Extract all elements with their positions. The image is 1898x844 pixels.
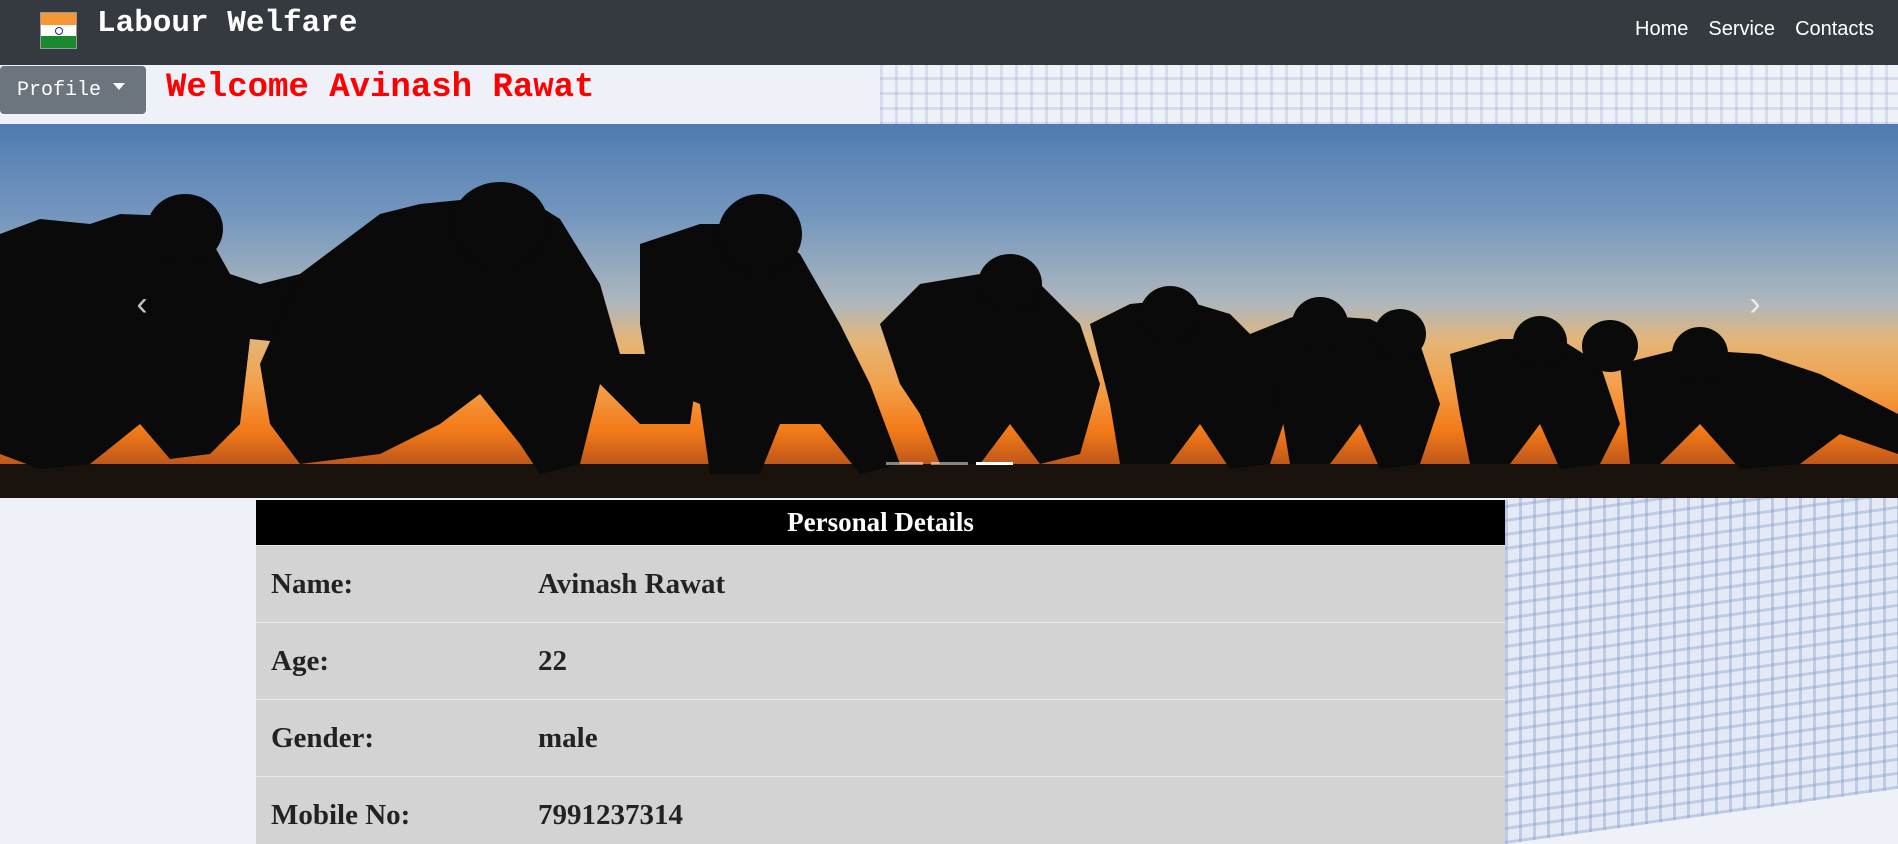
navbar: Labour Welfare Home Service Contacts [0, 0, 1898, 65]
carousel-indicator-active[interactable] [976, 462, 1013, 465]
carousel-slide-image [0, 182, 1898, 498]
row-value-name: Avinash Rawat [538, 567, 726, 600]
nav-service-link[interactable]: Service [1708, 18, 1775, 41]
nav-contacts-link[interactable]: Contacts [1795, 18, 1874, 41]
carousel-indicator[interactable] [931, 462, 968, 465]
carousel-next-icon[interactable]: › [1725, 274, 1785, 334]
image-carousel: ‹ › [0, 124, 1898, 498]
row-value-mobile: 7991237314 [538, 798, 683, 831]
table-row: Mobile No: 7991237314 [256, 776, 1505, 844]
personal-details-title: Personal Details [256, 500, 1505, 545]
carousel-indicators [886, 462, 1013, 465]
welcome-message: Welcome Avinash Rawat [166, 69, 595, 107]
personal-details-table: Personal Details Name: Avinash Rawat Age… [256, 500, 1505, 844]
profile-button-label: Profile [17, 78, 102, 102]
brand-title[interactable]: Labour Welfare [97, 6, 357, 42]
india-flag-logo [40, 12, 77, 49]
table-row: Name: Avinash Rawat [256, 545, 1505, 622]
nav-links: Home Service Contacts [1635, 18, 1874, 41]
row-label-age: Age: [271, 644, 329, 677]
caret-down-icon [113, 82, 126, 90]
carousel-prev-icon[interactable]: ‹ [112, 274, 172, 334]
row-value-age: 22 [538, 644, 567, 677]
row-label-name: Name: [271, 567, 354, 600]
profile-dropdown-button[interactable]: Profile [0, 66, 146, 114]
carousel-indicator[interactable] [886, 462, 923, 465]
row-label-mobile: Mobile No: [271, 798, 411, 831]
table-row: Gender: male [256, 699, 1505, 776]
row-label-gender: Gender: [271, 721, 375, 754]
nav-home-link[interactable]: Home [1635, 18, 1688, 41]
row-value-gender: male [538, 721, 598, 754]
table-row: Age: 22 [256, 622, 1505, 699]
background-grid-top [880, 65, 1898, 125]
background-grid-decoration [1505, 444, 1898, 844]
